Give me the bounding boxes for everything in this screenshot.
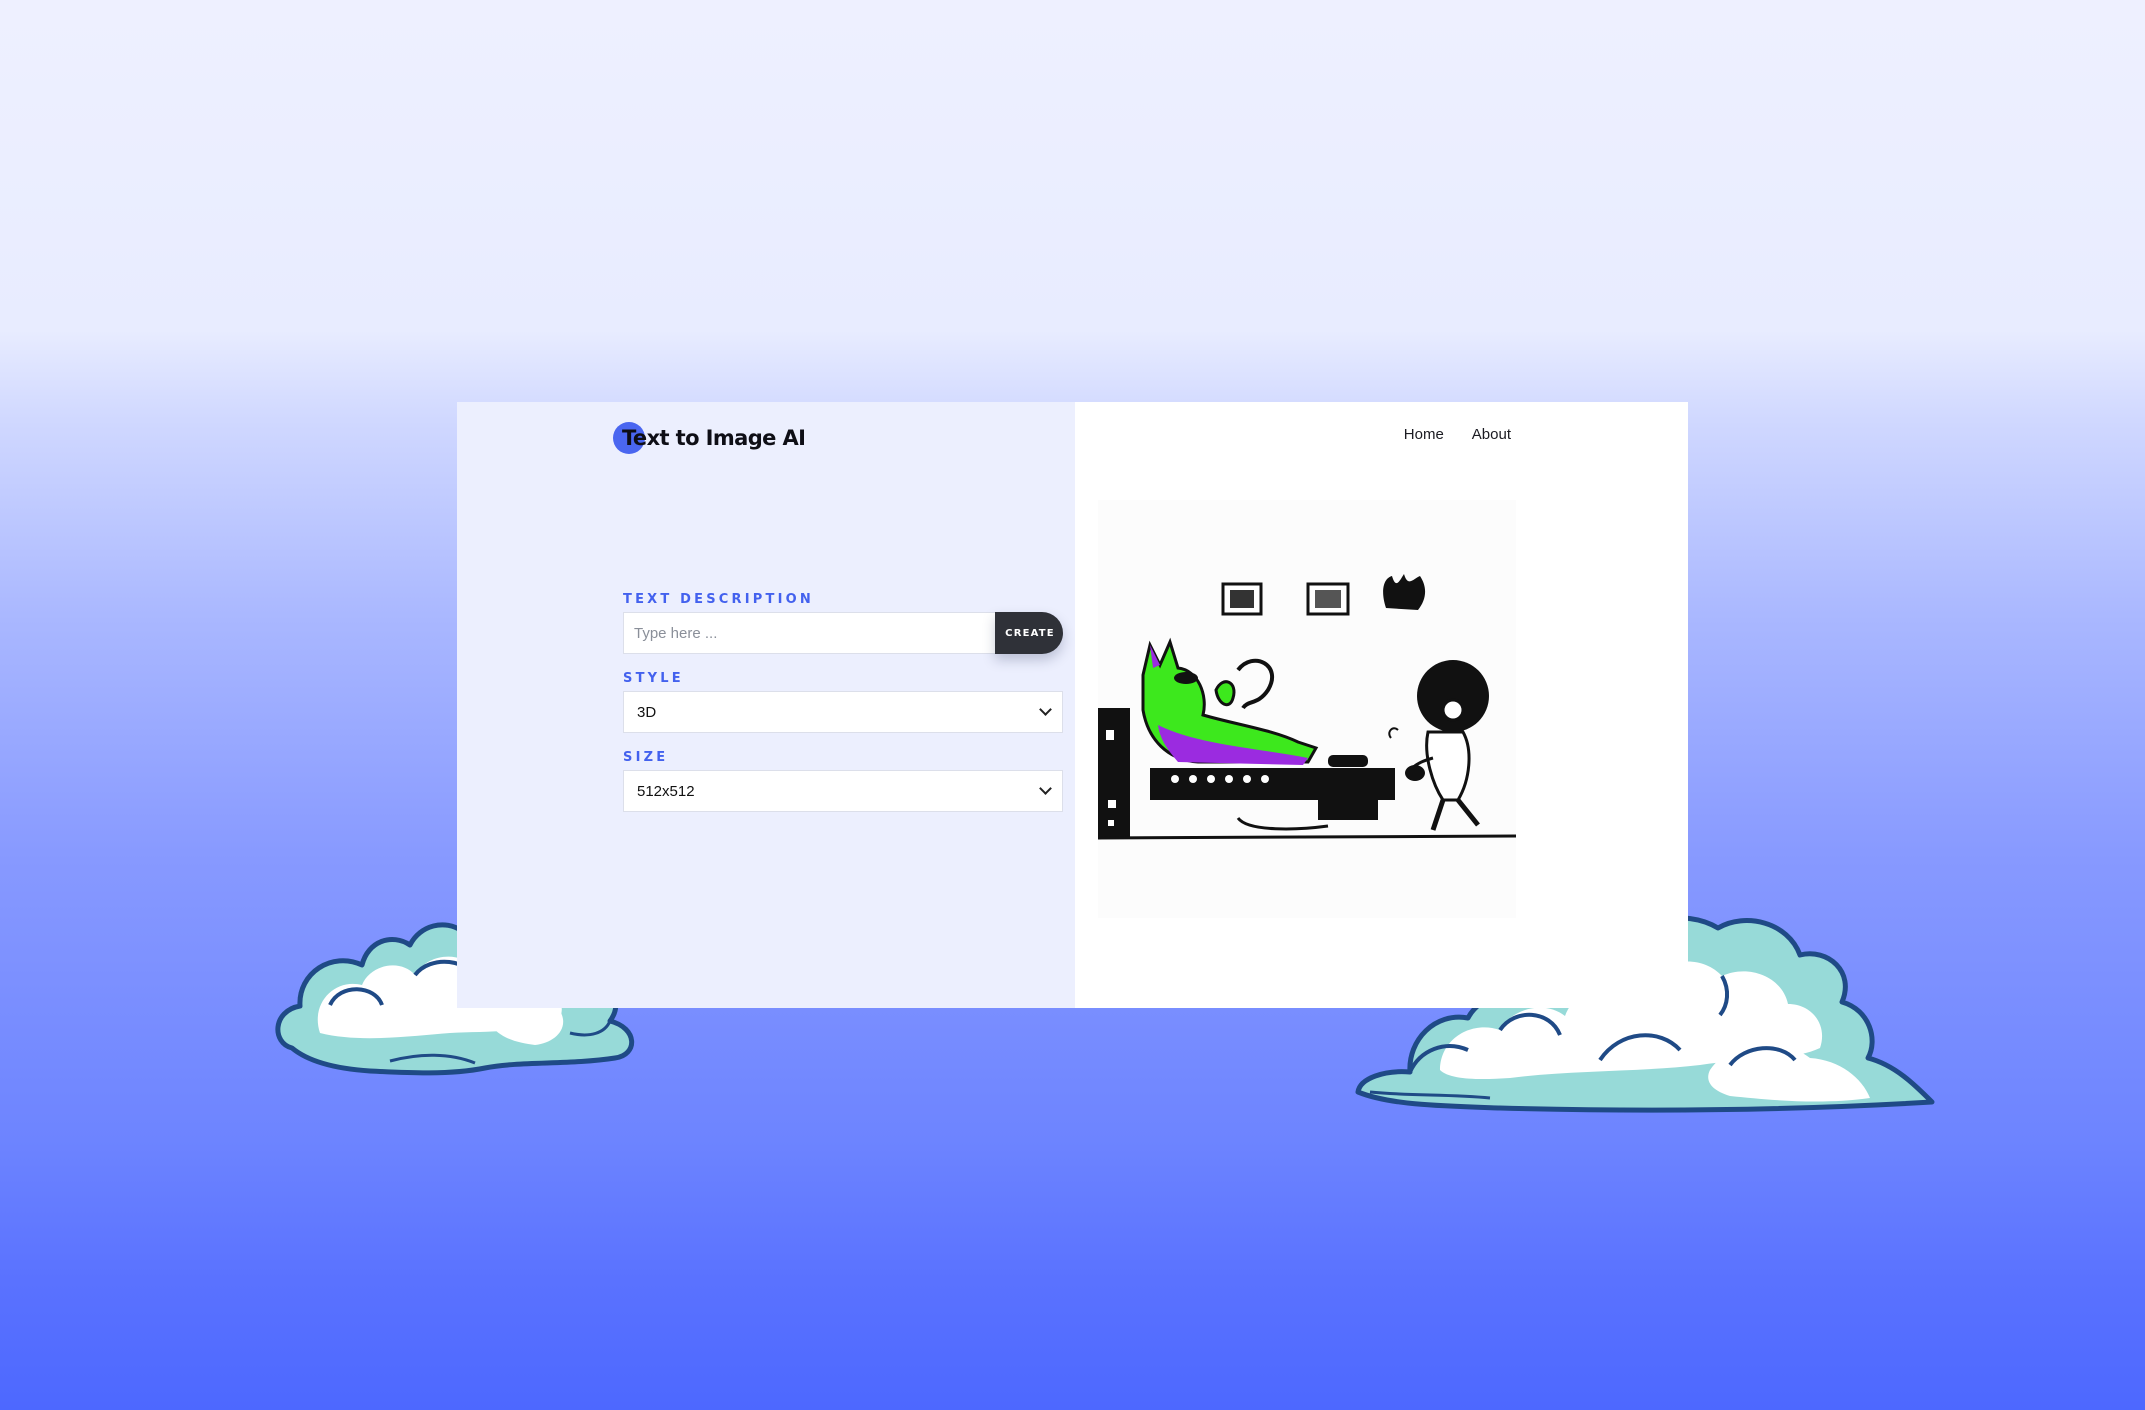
create-button[interactable]: CREATE — [995, 612, 1063, 654]
style-label: STYLE — [623, 671, 684, 686]
chevron-down-icon — [1039, 782, 1052, 795]
style-select[interactable]: 3D — [623, 691, 1063, 733]
size-select[interactable]: 512x512 — [623, 770, 1063, 812]
app-title: Text to Image AI — [622, 426, 806, 450]
chevron-down-icon — [1039, 703, 1052, 716]
right-panel: Home About — [1075, 402, 1688, 1008]
text-description-row: CREATE — [623, 612, 1063, 654]
top-nav: Home About — [1404, 426, 1511, 443]
size-label: SIZE — [623, 750, 669, 765]
left-panel: Text to Image AI TEXT DESCRIPTION CREATE… — [457, 402, 1075, 1008]
nav-item-about[interactable]: About — [1472, 426, 1511, 443]
generation-form: TEXT DESCRIPTION CREATE STYLE 3D SIZE 51… — [623, 592, 1063, 812]
text-description-input[interactable] — [623, 612, 995, 654]
text-description-label: TEXT DESCRIPTION — [623, 592, 814, 607]
generated-image — [1098, 500, 1516, 918]
size-selected-value: 512x512 — [637, 782, 695, 800]
style-selected-value: 3D — [637, 703, 657, 721]
app-logo[interactable]: Text to Image AI — [613, 420, 806, 456]
nav-item-home[interactable]: Home — [1404, 426, 1444, 443]
app-card: Text to Image AI TEXT DESCRIPTION CREATE… — [457, 402, 1688, 1008]
generated-image-illustration — [1098, 574, 1516, 840]
